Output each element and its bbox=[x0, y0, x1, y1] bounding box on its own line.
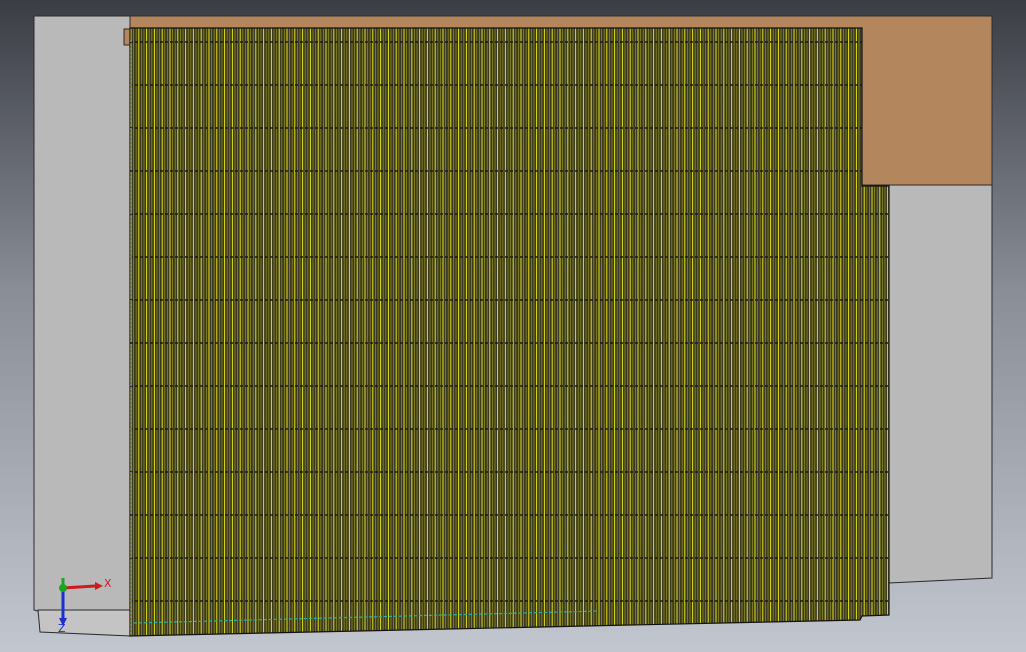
left-wall bbox=[33, 15, 131, 637]
x-axis-arrow bbox=[62, 584, 96, 590]
z-axis-label: Z bbox=[58, 622, 66, 635]
model-scene[interactable]: X Z bbox=[0, 0, 1026, 652]
striped-panel[interactable] bbox=[128, 26, 892, 640]
x-axis-label: X bbox=[104, 577, 112, 590]
graphics-viewport[interactable]: X Z bbox=[0, 0, 1026, 652]
left-wall-base bbox=[37, 609, 131, 637]
